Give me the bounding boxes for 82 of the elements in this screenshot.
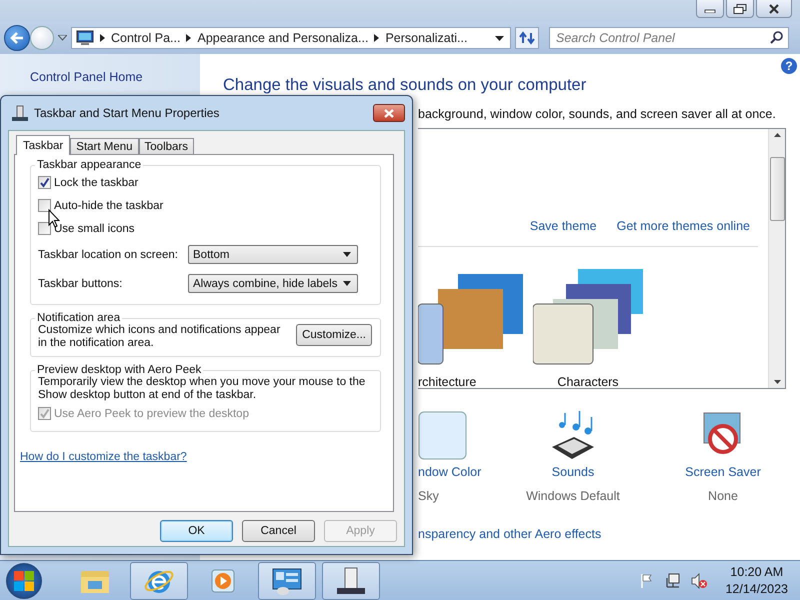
breadcrumb[interactable]: Control Pa... [111, 31, 180, 45]
close-button[interactable] [756, 0, 792, 18]
network-icon[interactable] [665, 572, 682, 588]
group-title: Taskbar appearance [36, 159, 142, 171]
taskbar-app-button[interactable] [322, 562, 380, 600]
checkbox[interactable] [38, 199, 51, 212]
page-description: background, window color, sounds, and screen saver all at once. [418, 107, 777, 121]
start-button[interactable] [6, 562, 42, 598]
media-player-icon [209, 566, 237, 594]
dropdown-label: Taskbar buttons: [38, 278, 124, 290]
maximize-button[interactable] [726, 0, 754, 18]
setting-value: Windows Default [526, 489, 620, 503]
muted-speaker-icon[interactable] [691, 572, 708, 588]
clock-time[interactable]: 10:20 AM [730, 564, 784, 580]
description-text: Customize which icons and notifications appear in the notification area. [38, 324, 282, 350]
breadcrumb[interactable]: Appearance and Personaliza... [197, 31, 368, 45]
dialog-button[interactable]: Cancel [242, 520, 315, 542]
restore-icon [733, 4, 747, 14]
tab[interactable]: Start Menu [70, 138, 139, 155]
checkbox[interactable] [38, 222, 51, 235]
close-icon [768, 4, 780, 14]
taskbar-properties-icon [12, 105, 28, 121]
search-icon [770, 31, 783, 44]
theme-name[interactable]: Characters [557, 375, 619, 389]
tab[interactable]: Taskbar [16, 135, 70, 155]
setting-value: None [708, 489, 738, 503]
scroll-down-arrow-icon[interactable] [774, 380, 780, 384]
breadcrumb-arrow-icon [374, 34, 380, 42]
start-logo-icon [13, 570, 35, 592]
setting-link[interactable]: ndow Color [418, 465, 482, 479]
close-icon [383, 108, 395, 118]
control-panel-icon [76, 30, 94, 46]
tab[interactable]: Toolbars [138, 138, 194, 155]
clock-date[interactable]: 12/14/2023 [725, 580, 788, 598]
setting-value: Sky [418, 489, 439, 503]
group-title: Notification area [36, 312, 122, 324]
breadcrumb[interactable]: Personalizati... [385, 31, 468, 45]
checkbox[interactable] [38, 176, 51, 189]
dropdown-label: Taskbar location on screen: [38, 248, 179, 260]
description-text: Temporarily view the desktop when you move your mouse to the Show desktop button at end of the taskbar. [38, 376, 366, 402]
scrollbar[interactable] [768, 129, 785, 388]
scroll-up-arrow-icon[interactable] [774, 133, 780, 137]
dialog-button[interactable]: OK [160, 520, 233, 542]
dropdown-caret-icon [343, 281, 351, 286]
dropdown[interactable]: Always combine, hide labels [188, 274, 358, 293]
dropdown-caret-icon[interactable] [495, 36, 504, 40]
help-link[interactable]: How do I customize the taskbar? [20, 451, 381, 463]
control-panel-icon [271, 566, 303, 596]
refresh-icon [519, 31, 535, 45]
window-color-swatch-icon[interactable] [418, 411, 468, 461]
minimize-button[interactable] [696, 0, 724, 18]
setting-link[interactable]: Sounds [552, 465, 594, 479]
close-button[interactable] [373, 104, 405, 122]
taskbar-properties-icon [335, 566, 367, 596]
checkmark-icon [39, 408, 50, 419]
checkmark-icon [39, 177, 50, 188]
setting-link[interactable]: Screen Saver [685, 465, 761, 479]
breadcrumb-arrow-icon [100, 34, 105, 42]
page-heading: Change the visuals and sounds on your computer [223, 76, 588, 95]
address-bar[interactable]: Control Pa... Appearance and Personaliza... Personalizati... [71, 27, 511, 49]
back-button[interactable] [4, 25, 30, 51]
history-caret-icon[interactable] [58, 35, 67, 41]
dropdown[interactable]: Bottom [188, 245, 358, 264]
theme-name[interactable]: rchitecture [418, 375, 476, 389]
back-arrow-icon [9, 31, 25, 45]
group-title: Preview desktop with Aero Peek [36, 364, 202, 376]
checkbox-label: Lock the taskbar [54, 176, 138, 188]
checkbox-label: Auto-hide the taskbar [54, 200, 164, 212]
customize-button[interactable]: Customize... [296, 324, 372, 346]
breadcrumb-arrow-icon [186, 34, 192, 42]
refresh-button[interactable] [515, 27, 539, 49]
theme-link[interactable]: Save theme [530, 219, 597, 233]
taskbar-app-button[interactable] [258, 562, 316, 600]
dialog-title: Taskbar and Start Menu Properties [34, 106, 220, 120]
help-button[interactable]: ? [781, 58, 797, 74]
sidebar-link[interactable]: Control Panel Home [30, 70, 143, 84]
dropdown-caret-icon [343, 252, 351, 257]
scrollbar-thumb[interactable] [770, 157, 784, 221]
checkbox-label: Use Aero Peek to preview the desktop [54, 408, 249, 420]
aero-effects-link[interactable]: nsparency and other Aero effects [418, 527, 800, 541]
theme-link[interactable]: Get more themes online [616, 219, 750, 233]
search-field[interactable]: Search Control Panel [549, 27, 789, 49]
